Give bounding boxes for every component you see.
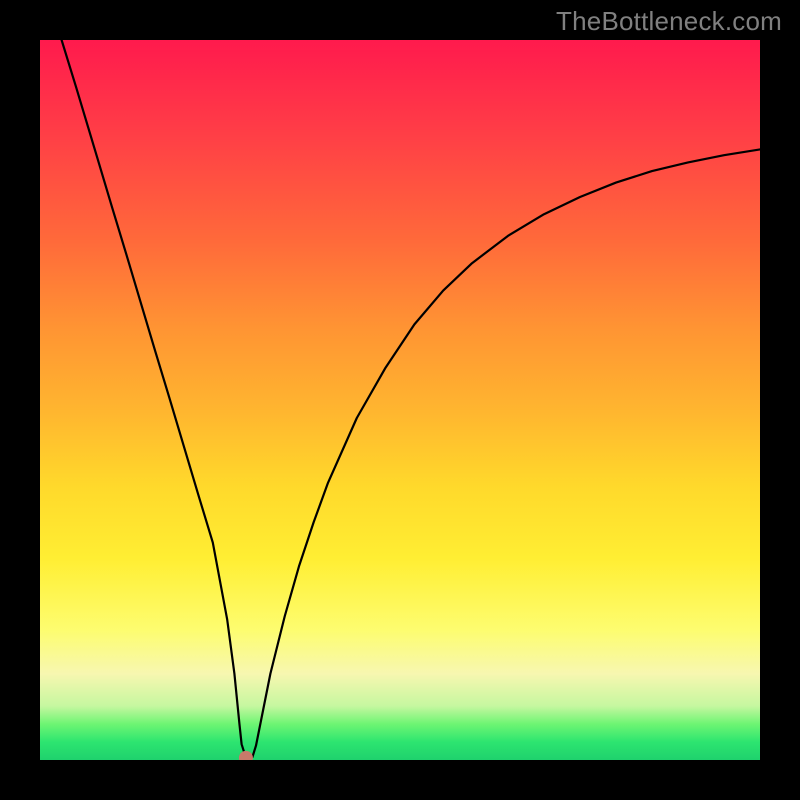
chart-frame: TheBottleneck.com bbox=[0, 0, 800, 800]
bottleneck-curve bbox=[62, 40, 760, 758]
curve-svg bbox=[40, 40, 760, 760]
watermark-text: TheBottleneck.com bbox=[556, 6, 782, 37]
optimum-marker bbox=[239, 751, 253, 760]
plot-area bbox=[40, 40, 760, 760]
